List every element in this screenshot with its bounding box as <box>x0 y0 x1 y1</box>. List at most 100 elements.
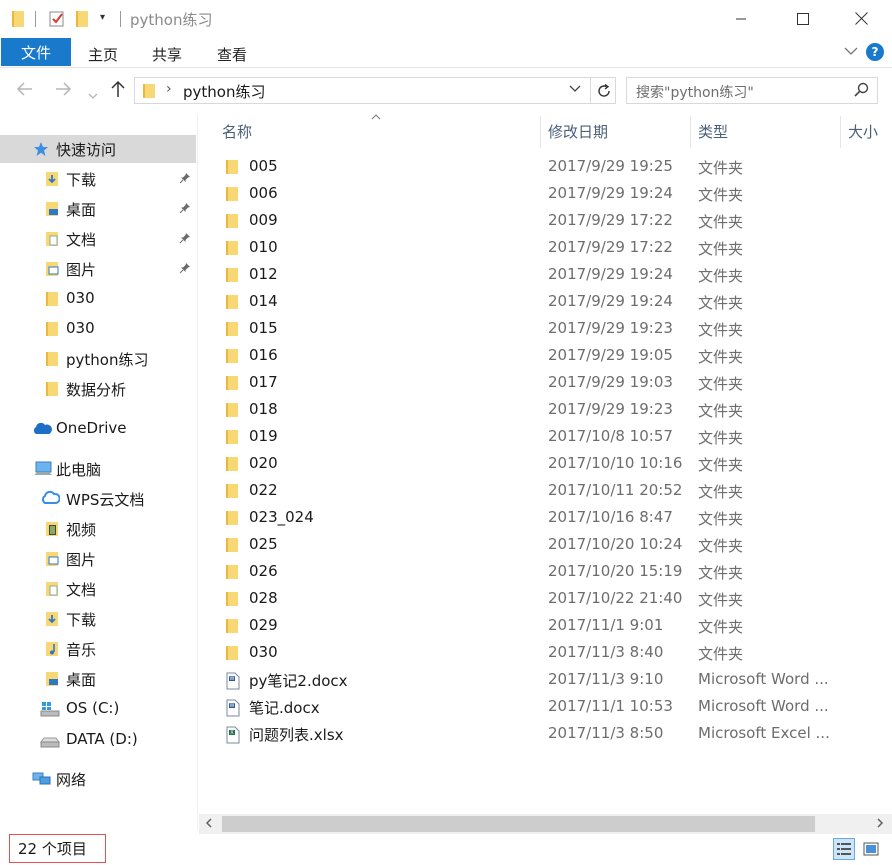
sidebar-item-quick-access[interactable]: 快速访问 <box>0 135 196 163</box>
folder-icon <box>224 591 242 607</box>
column-type[interactable]: 类型 <box>688 114 840 148</box>
scroll-right-icon[interactable] <box>876 817 884 831</box>
maximize-button[interactable] <box>780 0 826 38</box>
sidebar-item-python-practice[interactable]: python练习 <box>0 345 196 373</box>
breadcrumb-chevron-icon[interactable]: › <box>166 81 172 97</box>
up-icon[interactable] <box>110 80 126 103</box>
sidebar-item-030[interactable]: 030 <box>0 285 196 313</box>
maximize-icon <box>797 10 809 29</box>
tab-share[interactable]: 共享 <box>152 44 182 65</box>
sidebar-item-label: 文档 <box>66 581 97 599</box>
folder-icon <box>224 429 242 445</box>
sidebar-item-label: 桌面 <box>66 671 97 689</box>
sidebar-item-pictures[interactable]: 图片 <box>0 255 196 283</box>
pin-icon[interactable] <box>179 202 191 217</box>
scroll-left-icon[interactable] <box>205 817 213 831</box>
back-icon[interactable] <box>16 81 34 102</box>
sidebar-item-documents-pc[interactable]: 文档 <box>0 575 196 603</box>
properties-icon[interactable] <box>48 10 66 32</box>
table-row[interactable]: 018 2017/9/29 19:23 文件夹 <box>199 397 892 424</box>
column-header: 名称 修改日期 类型 大小 <box>199 114 892 148</box>
pin-icon[interactable] <box>179 232 191 247</box>
table-row[interactable]: 016 2017/9/29 19:05 文件夹 <box>199 343 892 370</box>
drive-icon <box>40 732 60 748</box>
sidebar-item-music[interactable]: 音乐 <box>0 635 196 663</box>
table-row[interactable]: 012 2017/9/29 19:24 文件夹 <box>199 262 892 289</box>
table-row[interactable]: 025 2017/10/20 10:24 文件夹 <box>199 532 892 559</box>
tab-home[interactable]: 主页 <box>88 44 118 65</box>
sidebar-item-downloads-pc[interactable]: 下载 <box>0 605 196 633</box>
large-icons-view-icon[interactable] <box>860 838 882 860</box>
details-view-icon[interactable] <box>833 838 855 860</box>
sidebar-item-this-pc[interactable]: 此电脑 <box>0 455 196 483</box>
table-row[interactable]: 022 2017/10/11 20:52 文件夹 <box>199 478 892 505</box>
customize-toolbar-icon[interactable]: ▾ <box>100 12 105 23</box>
file-date: 2017/10/11 20:52 <box>548 481 683 499</box>
minimize-button[interactable] <box>718 0 764 38</box>
search-input[interactable]: 搜索"python练习" <box>636 82 754 102</box>
table-row[interactable]: W 笔记.docx 2017/11/1 10:53 Microsoft Word… <box>199 694 892 721</box>
table-row[interactable]: 026 2017/10/20 15:19 文件夹 <box>199 559 892 586</box>
table-row[interactable]: 023_024 2017/10/16 8:47 文件夹 <box>199 505 892 532</box>
search-icon[interactable] <box>854 82 869 101</box>
column-name[interactable]: 名称 <box>212 114 540 148</box>
sidebar-item-downloads[interactable]: 下载 <box>0 165 196 193</box>
table-row[interactable]: 020 2017/10/10 10:16 文件夹 <box>199 451 892 478</box>
table-row[interactable]: 005 2017/9/29 19:25 文件夹 <box>199 154 892 181</box>
file-date: 2017/10/22 21:40 <box>548 589 683 607</box>
expand-ribbon-icon[interactable] <box>844 44 858 60</box>
table-row[interactable]: 017 2017/9/29 19:03 文件夹 <box>199 370 892 397</box>
table-row[interactable]: 014 2017/9/29 19:24 文件夹 <box>199 289 892 316</box>
forward-icon[interactable] <box>54 81 72 102</box>
sidebar-item-desktop-pc[interactable]: 桌面 <box>0 665 196 693</box>
table-row[interactable]: 010 2017/9/29 17:22 文件夹 <box>199 235 892 262</box>
sidebar-item-onedrive[interactable]: OneDrive <box>0 415 196 443</box>
word-doc-icon: W <box>224 672 242 690</box>
table-row[interactable]: 009 2017/9/29 17:22 文件夹 <box>199 208 892 235</box>
tab-file[interactable]: 文件 <box>1 38 71 66</box>
file-type: 文件夹 <box>698 456 744 474</box>
sidebar-item-pictures-pc[interactable]: 图片 <box>0 545 196 573</box>
sidebar-item-network[interactable]: 网络 <box>0 765 196 793</box>
table-row[interactable]: 019 2017/10/8 10:57 文件夹 <box>199 424 892 451</box>
sidebar-item-desktop[interactable]: 桌面 <box>0 195 196 223</box>
table-row[interactable]: W py笔记2.docx 2017/11/3 9:10 Microsoft Wo… <box>199 667 892 694</box>
breadcrumb-current[interactable]: python练习 <box>183 81 265 102</box>
sidebar-item-drive-d[interactable]: DATA (D:) <box>0 726 196 754</box>
table-row[interactable]: 030 2017/11/3 8:40 文件夹 <box>199 640 892 667</box>
search-box[interactable]: 搜索"python练习" <box>626 77 878 104</box>
pin-icon[interactable] <box>179 262 191 277</box>
pin-icon[interactable] <box>179 172 191 187</box>
table-row[interactable]: 006 2017/9/29 19:24 文件夹 <box>199 181 892 208</box>
new-folder-icon[interactable] <box>75 10 89 32</box>
tab-view[interactable]: 查看 <box>217 44 247 65</box>
folder-icon <box>224 645 242 661</box>
svg-text:X: X <box>230 730 234 736</box>
recent-locations-icon[interactable] <box>88 84 98 105</box>
sidebar-item-data-analysis[interactable]: 数据分析 <box>0 375 196 403</box>
file-date: 2017/9/29 19:23 <box>548 319 673 337</box>
address-dropdown-icon[interactable] <box>569 82 581 96</box>
table-row[interactable]: X 问题列表.xlsx 2017/11/3 8:50 Microsoft Exc… <box>199 721 892 748</box>
column-date-modified[interactable]: 修改日期 <box>538 114 690 148</box>
close-button[interactable] <box>838 0 884 38</box>
sidebar-item-documents[interactable]: 文档 <box>0 225 196 253</box>
refresh-icon[interactable] <box>590 77 616 104</box>
address-bar[interactable]: › python练习 <box>134 77 616 104</box>
file-type: 文件夹 <box>698 321 744 339</box>
sidebar-item-wps-cloud[interactable]: WPS云文档 <box>0 485 196 513</box>
folder-icon <box>142 83 156 103</box>
table-row[interactable]: 015 2017/9/29 19:23 文件夹 <box>199 316 892 343</box>
table-row[interactable]: 029 2017/11/1 9:01 文件夹 <box>199 613 892 640</box>
scrollbar-thumb[interactable] <box>222 816 815 832</box>
column-size[interactable]: 大小 <box>838 114 892 148</box>
table-row[interactable]: 028 2017/10/22 21:40 文件夹 <box>199 586 892 613</box>
sidebar-item-videos[interactable]: 视频 <box>0 515 196 543</box>
sidebar-item-label: OneDrive <box>56 419 127 437</box>
horizontal-scrollbar[interactable] <box>199 814 892 834</box>
sidebar-item-drive-c[interactable]: OS (C:) <box>0 695 196 723</box>
sidebar-item-030[interactable]: 030 <box>0 315 196 343</box>
file-type: 文件夹 <box>698 537 744 555</box>
help-icon[interactable]: ? <box>866 43 884 61</box>
file-name: 016 <box>249 346 278 364</box>
